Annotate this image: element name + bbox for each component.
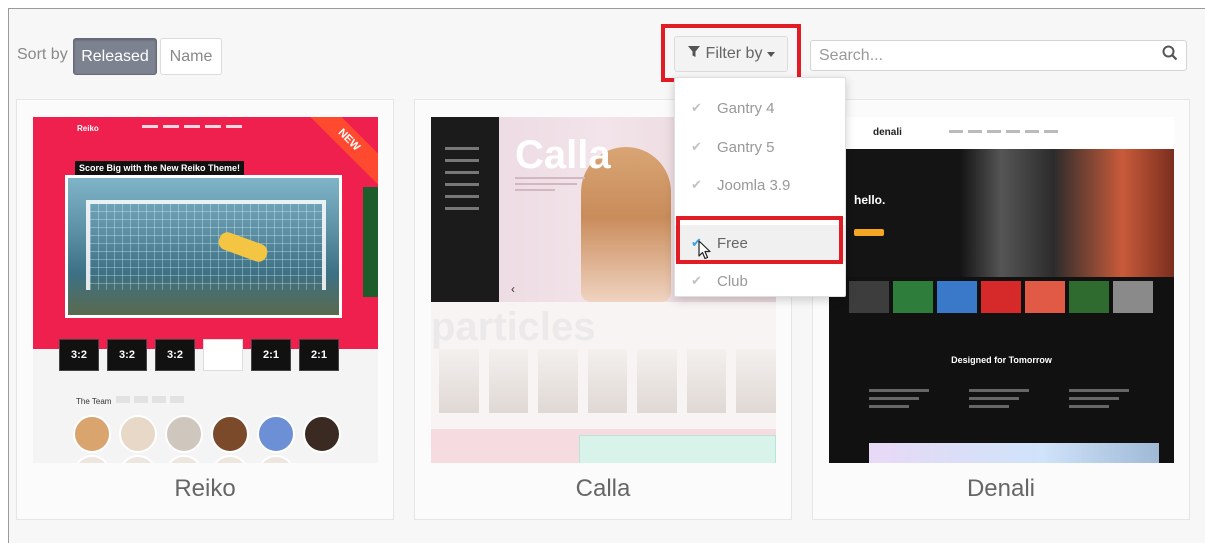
theme-name-denali[interactable]: Denali <box>813 475 1189 503</box>
highlight-filter-button <box>661 24 801 82</box>
theme-card-denali[interactable]: denali hello. Designed for Tomorrow Dena… <box>812 99 1190 520</box>
reiko-headline: Score Big with the New Reiko Theme! <box>75 161 245 175</box>
theme-card-reiko[interactable]: Reiko Score Big with the New Reiko Theme… <box>16 99 394 520</box>
search-icon[interactable] <box>1162 45 1178 66</box>
mouse-pointer-icon <box>698 240 712 265</box>
theme-name-reiko[interactable]: Reiko <box>17 475 393 503</box>
theme-name-calla[interactable]: Calla <box>415 475 791 503</box>
denali-logo: denali <box>873 127 902 138</box>
filter-option-joomla-3-9[interactable]: ✔ Joomla 3.9 <box>675 167 845 203</box>
reiko-logo: Reiko <box>77 123 99 133</box>
chevron-left-icon: ‹ <box>511 282 515 296</box>
check-icon: ✔ <box>691 139 702 154</box>
theme-preview-denali[interactable]: denali hello. Designed for Tomorrow <box>829 117 1174 463</box>
check-icon: ✔ <box>691 273 702 288</box>
theme-preview-reiko[interactable]: Reiko Score Big with the New Reiko Theme… <box>33 117 378 463</box>
check-icon: ✔ <box>691 177 702 192</box>
denali-featured-title: Designed for Tomorrow <box>951 355 1052 365</box>
sort-name-button[interactable]: Name <box>160 38 222 75</box>
denali-hero-image <box>829 149 1174 277</box>
reiko-hero-image <box>65 175 342 318</box>
search-field[interactable] <box>810 40 1187 71</box>
sort-by-label: Sort by <box>17 46 68 63</box>
denali-hero-text: hello. <box>854 193 886 207</box>
filter-option-gantry-5[interactable]: ✔ Gantry 5 <box>675 129 845 165</box>
filter-option-club[interactable]: ✔ Club <box>675 263 845 299</box>
reiko-score-counters: 3:2 3:2 3:2 2:1 2:1 <box>59 339 339 371</box>
search-input[interactable] <box>819 46 1162 65</box>
reiko-team-avatars <box>73 415 341 453</box>
sort-released-button[interactable]: Released <box>73 38 157 75</box>
reiko-team-label: The Team <box>76 397 112 406</box>
calla-hero-title: Calla <box>515 133 611 177</box>
filter-option-gantry-4[interactable]: ✔ Gantry 4 <box>675 90 845 126</box>
check-icon: ✔ <box>691 100 702 115</box>
calla-ghost-title: particles <box>431 305 596 349</box>
